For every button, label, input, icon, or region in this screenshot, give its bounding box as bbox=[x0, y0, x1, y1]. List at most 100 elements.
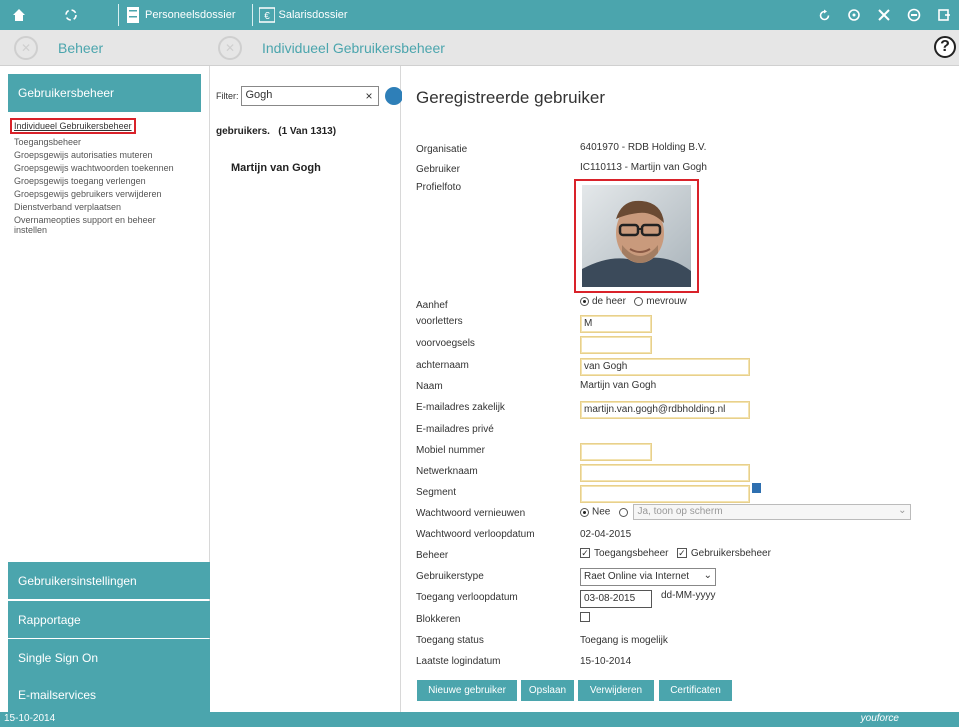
clear-filter-icon[interactable]: × bbox=[365, 89, 372, 103]
certificates-button[interactable]: Certificaten bbox=[659, 680, 732, 701]
close-icon[interactable]: ✕ bbox=[218, 36, 242, 60]
breadcrumb-section-label: Beheer bbox=[58, 40, 104, 56]
achternaam-field[interactable]: van Gogh bbox=[580, 358, 750, 376]
file-cabinet-icon bbox=[125, 6, 141, 24]
breadcrumb-page-label: Individueel Gebruikersbeheer bbox=[262, 40, 445, 56]
lookup-icon[interactable] bbox=[752, 483, 761, 493]
breadcrumb-page[interactable]: ✕ Individueel Gebruikersbeheer bbox=[218, 30, 445, 66]
aanhef-option-mevrouw: mevrouw bbox=[646, 296, 687, 307]
nav-item-gebruikers-verwijderen[interactable]: Groepsgewijs gebruikers verwijderen bbox=[14, 189, 184, 199]
laatste-login-label: Laatste logindatum bbox=[416, 656, 501, 667]
logout-icon[interactable] bbox=[933, 4, 955, 26]
date-format-hint: dd-MM-yyyy bbox=[661, 590, 716, 601]
radio-mevrouw[interactable] bbox=[634, 296, 644, 306]
nav-section-rapportage[interactable]: Rapportage bbox=[8, 601, 210, 638]
search-icon[interactable] bbox=[384, 87, 403, 105]
nav-section-single-sign-on[interactable]: Single Sign On bbox=[8, 639, 210, 676]
toegang-status-value: Toegang is mogelijk bbox=[580, 635, 668, 646]
toegang-verloop-field[interactable]: 03-08-2015 bbox=[580, 590, 652, 608]
nav-section-emailservices[interactable]: E-mailservices bbox=[8, 676, 210, 713]
voorletters-field[interactable]: M bbox=[580, 315, 652, 333]
user-detail: Geregistreerde gebruiker Organisatie 640… bbox=[402, 66, 959, 712]
new-user-button[interactable]: Nieuwe gebruiker bbox=[417, 680, 517, 701]
page-title: Geregistreerde gebruiker bbox=[416, 88, 605, 107]
nav-header-gebruikersbeheer[interactable]: Gebruikersbeheer bbox=[8, 74, 201, 112]
home-icon[interactable] bbox=[8, 4, 30, 26]
nav-item-autorisaties[interactable]: Groepsgewijs autorisaties muteren bbox=[14, 150, 184, 160]
gebruikerstype-select[interactable]: Raet Online via Internet ⌄ bbox=[580, 568, 716, 586]
mobiel-field[interactable] bbox=[580, 443, 652, 461]
result-count-label: gebruikers. bbox=[216, 126, 270, 137]
checkbox-toegangsbeheer[interactable]: ✓ bbox=[580, 548, 590, 559]
delete-button[interactable]: Verwijderen bbox=[578, 680, 654, 701]
filter-value: Gogh bbox=[245, 89, 273, 101]
radio-ja[interactable] bbox=[618, 507, 628, 517]
salarisdossier-link[interactable]: € Salarisdossier bbox=[258, 6, 348, 24]
svg-text:€: € bbox=[264, 11, 270, 22]
nav-section-gebruikersinstellingen[interactable]: Gebruikersinstellingen bbox=[8, 562, 210, 599]
toolbar-divider bbox=[118, 4, 119, 26]
beheer-option-toegangsbeheer: Toegangsbeheer bbox=[594, 548, 669, 559]
aanhef-option-de-heer: de heer bbox=[592, 296, 626, 307]
nav-item-toegang-verlengen[interactable]: Groepsgewijs toegang verlengen bbox=[14, 176, 184, 186]
netwerknaam-label: Netwerknaam bbox=[416, 466, 478, 477]
personeelsdossier-link[interactable]: Personeelsdossier bbox=[125, 6, 236, 24]
toolbar-divider bbox=[251, 4, 253, 26]
chevron-down-icon: ⌄ bbox=[703, 570, 712, 581]
nav-list: Individueel Gebruikersbeheer Toegangsbeh… bbox=[0, 112, 209, 235]
toegang-status-label: Toegang status bbox=[416, 635, 484, 646]
aanhef-options: de heer mevrouw bbox=[580, 296, 687, 307]
blokkeren-field bbox=[580, 612, 594, 623]
profile-photo-frame[interactable] bbox=[574, 179, 699, 293]
beheer-option-gebruikersbeheer: Gebruikersbeheer bbox=[690, 548, 771, 559]
nav-item-wachtwoorden[interactable]: Groepsgewijs wachtwoorden toekennen bbox=[14, 163, 184, 173]
help-icon[interactable]: ? bbox=[934, 36, 956, 58]
breadcrumb: ✕ Beheer ✕ Individueel Gebruikersbeheer bbox=[0, 30, 959, 66]
beheer-label: Beheer bbox=[416, 550, 449, 561]
radio-de-heer[interactable] bbox=[580, 296, 589, 306]
tools-icon[interactable] bbox=[873, 4, 895, 26]
achternaam-label: achternaam bbox=[416, 360, 469, 371]
checkbox-blokkeren[interactable] bbox=[580, 612, 590, 623]
netwerknaam-field[interactable] bbox=[580, 464, 750, 482]
voorvoegsels-field[interactable] bbox=[580, 336, 652, 354]
email-zakelijk-field[interactable]: martijn.van.gogh@rdbholding.nl bbox=[580, 401, 750, 419]
naam-value: Martijn van Gogh bbox=[580, 380, 657, 391]
ww-toon-select[interactable]: Ja, toon op scherm ⌄ bbox=[633, 504, 912, 520]
gebruikerstype-value: Raet Online via Internet bbox=[584, 571, 690, 582]
user-list-panel: Filter: Gogh × gebruikers. (1 Van 1313) … bbox=[211, 66, 403, 712]
list-item[interactable]: Martijn van Gogh bbox=[231, 162, 321, 174]
refresh-icon[interactable] bbox=[813, 4, 835, 26]
ww-vernieuwen-label: Wachtwoord vernieuwen bbox=[416, 508, 526, 519]
blokkeren-label: Blokkeren bbox=[416, 614, 461, 625]
radio-nee[interactable] bbox=[580, 507, 589, 517]
voorvoegsels-label: voorvoegsels bbox=[416, 338, 475, 349]
nav-item-toegangsbeheer[interactable]: Toegangsbeheer bbox=[14, 137, 184, 147]
settings-icon[interactable] bbox=[843, 4, 865, 26]
user-icon[interactable] bbox=[903, 4, 925, 26]
naam-label: Naam bbox=[416, 381, 443, 392]
aanhef-label: Aanhef bbox=[416, 300, 448, 311]
laatste-login-value: 15-10-2014 bbox=[580, 656, 632, 667]
segment-field[interactable] bbox=[580, 485, 750, 503]
checkbox-gebruikersbeheer[interactable]: ✓ bbox=[676, 548, 687, 559]
organisatie-label: Organisatie bbox=[416, 144, 468, 155]
ww-vernieuwen-options: Nee Ja, toon op scherm ⌄ bbox=[580, 504, 920, 520]
filter-input[interactable]: Gogh × bbox=[240, 86, 379, 106]
chevron-down-icon: ⌄ bbox=[898, 505, 907, 516]
breadcrumb-beheer[interactable]: ✕ Beheer bbox=[14, 30, 103, 66]
profile-photo bbox=[582, 185, 691, 287]
nav-item-dienstverband[interactable]: Dienstverband verplaatsen bbox=[14, 202, 184, 212]
ww-verloop-value: 02-04-2015 bbox=[580, 529, 632, 540]
ww-option-ja: Ja, toon op scherm bbox=[637, 506, 723, 517]
voorletters-label: voorletters bbox=[416, 316, 463, 327]
save-button[interactable]: Opslaan bbox=[521, 680, 574, 701]
brand-logo: youforce bbox=[860, 713, 899, 724]
beheer-options: ✓ Toegangsbeheer ✓ Gebruikersbeheer bbox=[580, 548, 771, 559]
top-right-icons bbox=[813, 4, 955, 26]
nav-item-overnameopties[interactable]: Overnameopties support en beheer instell… bbox=[14, 215, 184, 235]
close-icon[interactable]: ✕ bbox=[14, 36, 38, 60]
nav-item-individueel[interactable]: Individueel Gebruikersbeheer bbox=[10, 118, 136, 134]
ww-verloop-label: Wachtwoord verloopdatum bbox=[416, 529, 535, 540]
personeelsdossier-label: Personeelsdossier bbox=[145, 9, 236, 21]
